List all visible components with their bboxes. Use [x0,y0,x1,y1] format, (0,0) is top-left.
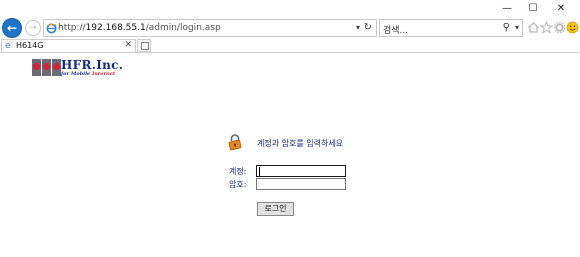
hfr-logo: HFR.Inc. for Mobile Internet [32,58,124,80]
close-tab-icon[interactable]: ✕ [124,40,132,50]
account-label: 계정: [229,167,247,176]
maximize-button[interactable]: ☐ [520,2,546,15]
address-dropdown-icon[interactable]: ▾ [356,23,360,32]
refresh-icon[interactable]: ↻ [364,22,372,33]
tab-h614g[interactable]: e H614G ✕ [1,39,136,52]
tab-title: H614G [16,41,44,50]
logo-dot-right [53,63,60,70]
ie-tab-icon: e [5,41,11,51]
search-box[interactable]: 검색... ⚲ ▾ [379,19,523,37]
logo-tagline-prefix: for Mobile [61,71,92,77]
account-input[interactable] [256,165,346,177]
logo-tagline: for Mobile Internet [61,71,115,77]
new-tab-icon [141,42,149,50]
settings-gear-icon[interactable] [553,21,566,34]
back-button[interactable]: ← [2,18,22,38]
ie-page-icon [46,23,57,34]
password-label: 암호: [229,180,247,189]
login-button[interactable]: 로그인 [257,202,294,216]
url-path: /admin/login.asp [145,23,221,33]
url-host: 192.168.55.1 [85,23,146,33]
tab-divider [0,52,580,53]
logo-brand-text: HFR.Inc. [61,58,124,72]
lock-icon [228,134,242,151]
feedback-smiley-icon[interactable] [566,21,579,34]
address-url[interactable]: http://192.168.55.1/admin/login.asp [58,23,221,33]
logo-dot-left [33,63,40,70]
new-tab-button[interactable] [137,39,151,52]
navigation-bar: ← → http://192.168.55.1/admin/login.asp … [0,17,580,39]
tab-strip: e H614G ✕ [0,39,580,52]
password-input[interactable] [256,178,346,190]
logo-tagline-highlight: Internet [91,71,116,77]
search-placeholder: 검색... [383,26,409,36]
logo-dot-middle [43,63,50,70]
search-icon[interactable]: ⚲ [503,22,510,33]
window-titlebar: — ☐ ✕ [0,0,580,17]
login-prompt-text: 계정과 암호를 입력하세요 [257,139,344,148]
close-window-button[interactable]: ✕ [548,2,574,15]
favorites-star-icon[interactable] [540,21,553,34]
text-caret [259,167,260,176]
search-dropdown-icon[interactable]: ▾ [515,23,519,32]
home-icon[interactable] [527,21,540,34]
address-bar[interactable]: http://192.168.55.1/admin/login.asp ▾ ↻ [43,19,377,37]
minimize-button[interactable]: — [494,2,520,15]
url-prefix: http:// [58,23,86,33]
forward-button[interactable]: → [25,20,41,36]
